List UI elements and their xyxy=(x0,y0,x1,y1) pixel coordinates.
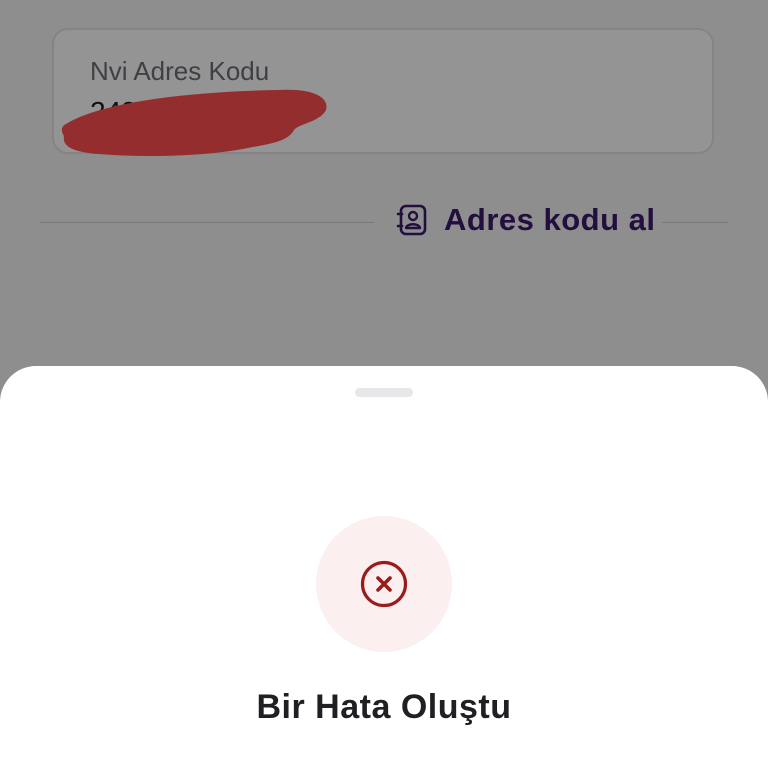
screen: Nvi Adres Kodu 24885 Adres kodu al Bir xyxy=(0,0,768,768)
sheet-drag-handle[interactable] xyxy=(355,388,413,397)
error-icon-container xyxy=(316,516,452,652)
error-x-circle-icon xyxy=(360,560,408,608)
error-bottom-sheet: Bir Hata Oluştu xyxy=(0,366,768,768)
error-title: Bir Hata Oluştu xyxy=(256,688,512,726)
